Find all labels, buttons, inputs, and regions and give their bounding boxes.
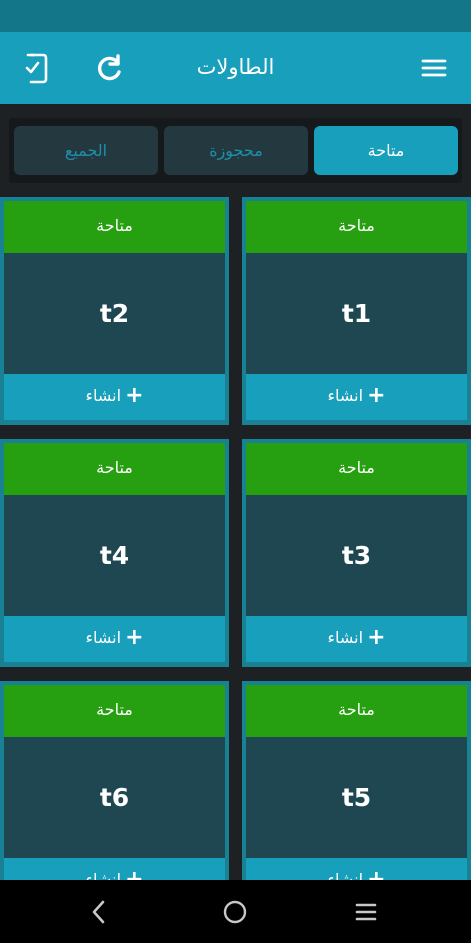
create-label: انشاء xyxy=(85,386,122,405)
home-icon[interactable] xyxy=(219,896,251,928)
card-body: t1 xyxy=(246,253,467,374)
plus-icon: + xyxy=(125,383,144,408)
back-icon[interactable] xyxy=(83,896,115,928)
tab-all[interactable]: الجميع xyxy=(14,126,158,175)
plus-icon: + xyxy=(367,625,386,650)
table-name: t6 xyxy=(99,783,130,812)
card-body: t6 xyxy=(4,737,225,858)
table-card-t1[interactable]: متاحة t1 +انشاء xyxy=(242,197,471,425)
create-label: انشاء xyxy=(327,628,364,647)
plus-icon: + xyxy=(125,625,144,650)
card-body: t5 xyxy=(246,737,467,858)
status-badge: متاحة xyxy=(246,443,467,495)
tab-reserved[interactable]: محجوزة xyxy=(164,126,308,175)
table-card-t3[interactable]: متاحة t3 +انشاء xyxy=(242,439,471,667)
table-card-t5[interactable]: متاحة t5 +انشاء xyxy=(242,681,471,909)
plus-icon: + xyxy=(367,383,386,408)
table-card-t6[interactable]: متاحة t6 +انشاء xyxy=(0,681,229,909)
create-label: انشاء xyxy=(85,628,122,647)
status-badge: متاحة xyxy=(4,443,225,495)
table-name: t2 xyxy=(99,299,130,328)
table-name: t5 xyxy=(341,783,372,812)
tab-available[interactable]: متاحة xyxy=(314,126,458,175)
status-badge: متاحة xyxy=(246,685,467,737)
table-name: t1 xyxy=(341,299,372,328)
table-card-t4[interactable]: متاحة t4 +انشاء xyxy=(0,439,229,667)
card-body: t3 xyxy=(246,495,467,616)
status-bar xyxy=(0,0,471,32)
status-badge: متاحة xyxy=(246,201,467,253)
create-label: انشاء xyxy=(327,386,364,405)
table-card-t2[interactable]: متاحة t2 +انشاء xyxy=(0,197,229,425)
create-button[interactable]: +انشاء xyxy=(4,616,225,662)
status-tabs: متاحة محجوزة الجميع xyxy=(9,118,462,183)
recents-icon[interactable] xyxy=(350,896,382,928)
status-badge: متاحة xyxy=(4,685,225,737)
table-name: t4 xyxy=(99,541,130,570)
system-nav-bar xyxy=(0,880,471,943)
card-body: t2 xyxy=(4,253,225,374)
table-name: t3 xyxy=(341,541,372,570)
app-bar: الطاولات xyxy=(0,32,471,104)
create-button[interactable]: +انشاء xyxy=(4,374,225,420)
card-body: t4 xyxy=(4,495,225,616)
status-badge: متاحة xyxy=(4,201,225,253)
create-button[interactable]: +انشاء xyxy=(246,374,467,420)
page-title: الطاولات xyxy=(196,55,275,79)
create-button[interactable]: +انشاء xyxy=(246,616,467,662)
menu-icon[interactable] xyxy=(416,50,452,86)
